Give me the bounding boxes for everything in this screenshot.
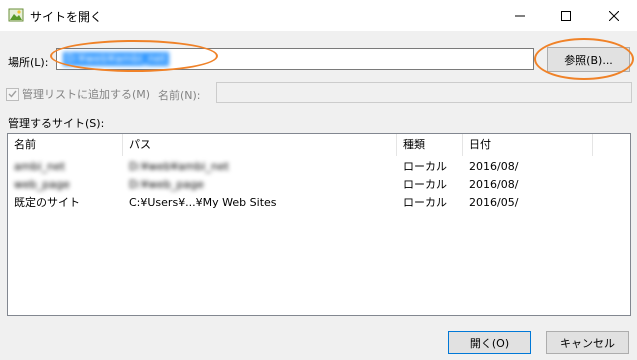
list-header: 名前 パス 種類 日付: [8, 134, 630, 156]
minimize-button[interactable]: [497, 0, 543, 31]
column-header-type[interactable]: 種類: [397, 134, 463, 156]
minimize-icon: [515, 15, 525, 16]
column-header-date[interactable]: 日付: [463, 134, 593, 156]
check-icon: [8, 90, 17, 98]
site-path: C:¥Users¥...¥My Web Sites: [129, 196, 277, 209]
site-date: 2016/08/: [469, 160, 519, 173]
name-label: 名前(N):: [158, 89, 201, 102]
app-icon: [8, 7, 24, 23]
site-type: ローカル: [403, 160, 447, 173]
close-button[interactable]: [591, 0, 637, 31]
window-title: サイトを開く: [30, 10, 103, 24]
managed-sites-list[interactable]: 名前 パス 種類 日付 ambi_net D:¥web¥ambi_net ローカ…: [7, 133, 631, 316]
site-type: ローカル: [403, 196, 447, 209]
open-button[interactable]: 開く(O): [448, 331, 531, 354]
close-icon: [609, 10, 619, 21]
add-to-list-label: 管理リストに追加する(M): [22, 88, 151, 101]
site-row[interactable]: web_page D:¥web_page ローカル 2016/08/: [8, 176, 630, 194]
location-value: D:¥web¥ambi_net: [63, 52, 169, 66]
location-label: 場所(L):: [8, 56, 49, 69]
site-name: web_page: [14, 178, 70, 191]
maximize-button[interactable]: [543, 0, 589, 31]
browse-button[interactable]: 参照(B)...: [547, 47, 630, 72]
site-path: D:¥web¥ambi_net: [129, 160, 229, 173]
site-path: D:¥web_page: [129, 178, 204, 191]
column-header-name[interactable]: 名前: [8, 134, 123, 156]
site-row[interactable]: ambi_net D:¥web¥ambi_net ローカル 2016/08/: [8, 158, 630, 176]
column-header-path[interactable]: パス: [123, 134, 397, 156]
cancel-button[interactable]: キャンセル: [546, 331, 629, 354]
title-bar: サイトを開く: [0, 0, 637, 31]
add-to-list-checkbox[interactable]: [6, 87, 19, 101]
site-type: ローカル: [403, 178, 447, 191]
managed-sites-label: 管理するサイト(S):: [8, 117, 105, 130]
site-date: 2016/05/: [469, 196, 519, 209]
site-name: ambi_net: [14, 160, 66, 173]
site-row[interactable]: 既定のサイト C:¥Users¥...¥My Web Sites ローカル 20…: [8, 194, 630, 212]
open-site-dialog: サイトを開く 場所(L): D:¥web¥ambi_net 参照(B)... 管…: [0, 0, 637, 360]
name-input[interactable]: [216, 82, 632, 103]
add-to-managed-list[interactable]: 管理リストに追加する(M): [6, 86, 150, 102]
location-input[interactable]: D:¥web¥ambi_net: [56, 48, 534, 70]
site-name: 既定のサイト: [14, 196, 80, 209]
maximize-icon: [561, 10, 571, 21]
site-date: 2016/08/: [469, 178, 519, 191]
